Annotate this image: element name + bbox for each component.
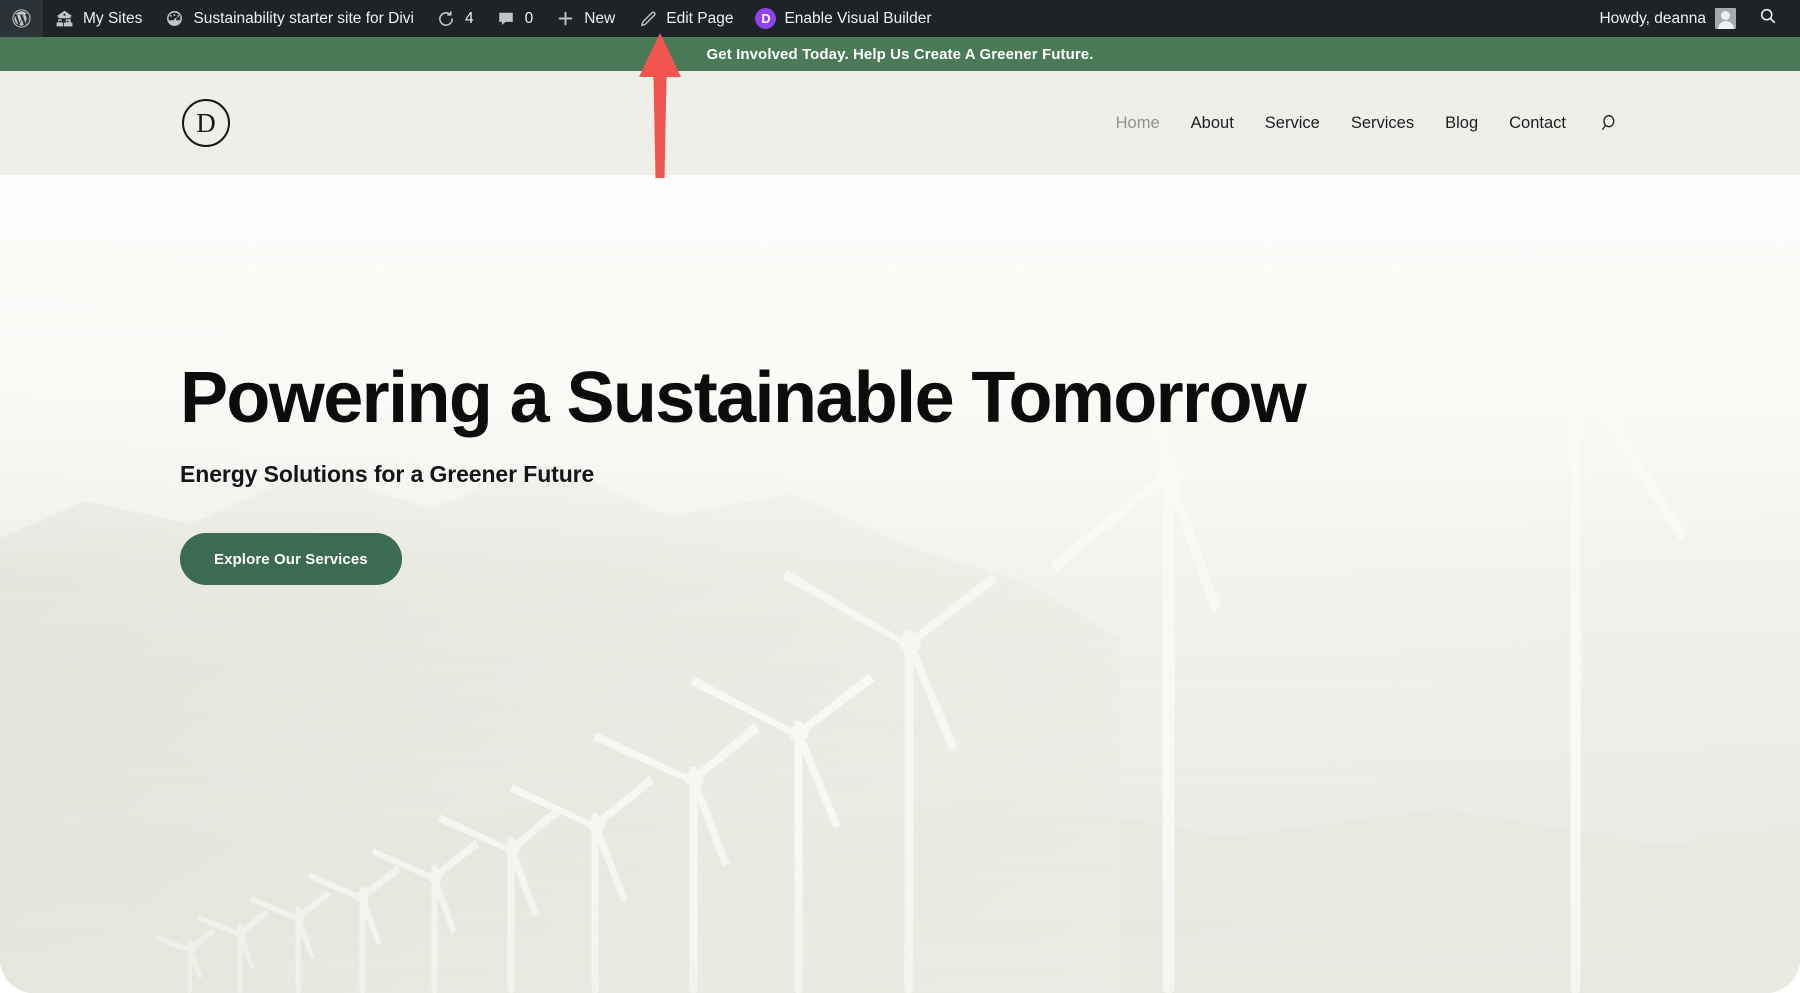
admin-bar-label-enable-visual-builder: Enable Visual Builder [784,11,931,27]
nav-search-button[interactable] [1599,112,1621,134]
primary-navigation: Home About Service Services Blog Contact [1116,112,1621,134]
hero-content: Powering a Sustainable Tomorrow Energy S… [180,361,1305,585]
updates-icon [436,8,457,29]
admin-bar-item-enable-visual-builder[interactable]: D Enable Visual Builder [744,0,942,37]
admin-bar-right-group: Howdy, deanna [1589,0,1800,37]
admin-bar-item-edit-page[interactable]: Edit Page [626,0,744,37]
admin-bar-item-updates[interactable]: 4 [425,0,485,37]
site-wrapper: D Home About Service Services Blog Conta… [0,71,1800,993]
nav-item-home[interactable]: Home [1116,114,1160,133]
hero-fog-overlay [0,573,1800,993]
hero-heading: Powering a Sustainable Tomorrow [180,361,1305,435]
site-header: D Home About Service Services Blog Conta… [0,71,1800,175]
nav-item-about[interactable]: About [1191,114,1234,133]
admin-bar-label-new: New [584,11,615,27]
nav-item-services[interactable]: Services [1351,114,1414,133]
admin-bar-label-my-sites: My Sites [83,11,142,27]
promo-banner[interactable]: Get Involved Today. Help Us Create A Gre… [0,37,1800,71]
admin-bar-left-group: My Sites Sustainability starter site for… [0,0,943,37]
admin-bar-search-button[interactable] [1746,0,1790,37]
admin-bar-item-my-account[interactable]: Howdy, deanna [1589,0,1746,37]
search-icon [1600,113,1620,133]
admin-bar-label-edit-page: Edit Page [666,11,733,27]
wp-admin-bar: My Sites Sustainability starter site for… [0,0,1800,37]
site-logo[interactable]: D [182,99,230,147]
admin-bar-item-site-name[interactable]: Sustainability starter site for Divi [153,0,425,37]
site-dashboard-icon [164,8,185,29]
avatar [1715,8,1736,29]
search-icon [1759,7,1777,30]
admin-bar-item-new[interactable]: New [544,0,626,37]
promo-banner-text: Get Involved Today. Help Us Create A Gre… [707,46,1094,63]
divi-icon: D [755,8,776,29]
hero-section: Powering a Sustainable Tomorrow Energy S… [0,175,1800,993]
howdy-label: Howdy, deanna [1599,11,1706,27]
nav-item-blog[interactable]: Blog [1445,114,1478,133]
plus-icon [555,8,576,29]
nav-item-contact[interactable]: Contact [1509,114,1566,133]
explore-our-services-button[interactable]: Explore Our Services [180,533,402,585]
admin-bar-item-comments[interactable]: 0 [485,0,545,37]
my-sites-icon [54,8,75,29]
admin-bar-label-comments-count: 0 [525,11,534,27]
admin-bar-label-updates-count: 4 [465,11,474,27]
nav-item-service[interactable]: Service [1265,114,1320,133]
wordpress-logo-menu[interactable] [0,0,43,37]
hero-subheading: Energy Solutions for a Greener Future [180,461,1305,488]
admin-bar-label-site-name: Sustainability starter site for Divi [193,11,414,27]
comments-icon [496,8,517,29]
wordpress-logo-icon [11,8,32,29]
pencil-icon [637,8,658,29]
admin-bar-item-my-sites[interactable]: My Sites [43,0,153,37]
